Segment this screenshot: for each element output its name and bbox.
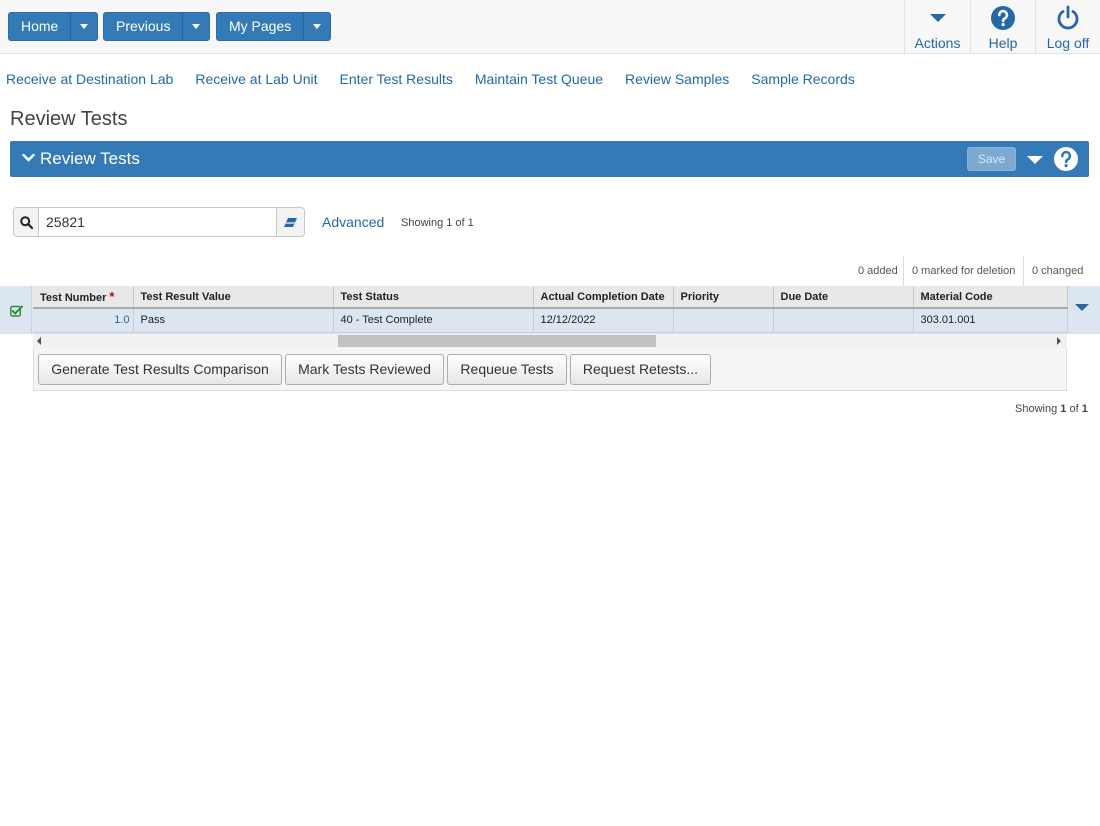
cell-due-date[interactable] bbox=[773, 308, 914, 333]
required-asterisk-icon: * bbox=[109, 289, 115, 304]
mark-tests-reviewed-button[interactable]: Mark Tests Reviewed bbox=[285, 354, 444, 385]
sub-navigation: Receive at Destination Lab Receive at La… bbox=[6, 71, 877, 87]
advanced-search-link[interactable]: Advanced bbox=[322, 214, 384, 230]
request-retests-button[interactable]: Request Retests... bbox=[570, 354, 711, 385]
row-menu-caret-icon[interactable] bbox=[1075, 304, 1089, 311]
scrollbar-thumb[interactable] bbox=[338, 335, 656, 347]
help-icon[interactable] bbox=[1053, 146, 1079, 172]
link-enter-test-results[interactable]: Enter Test Results bbox=[340, 71, 453, 87]
scroll-right-arrow-icon[interactable] bbox=[1057, 337, 1061, 345]
showing-count-footer: Showing 1 of 1 bbox=[1015, 403, 1088, 415]
column-header-label: Test Number bbox=[40, 292, 107, 304]
eraser-icon bbox=[284, 217, 297, 227]
cell-material-code[interactable]: 303.01.001 bbox=[913, 308, 1068, 333]
table-header-row: Test Number * Test Result Value Test Stat… bbox=[33, 286, 1068, 309]
showing-prefix: Showing bbox=[1015, 403, 1061, 415]
column-header-test-result-value[interactable]: Test Result Value bbox=[133, 286, 334, 309]
previous-button-group: Previous bbox=[103, 12, 211, 41]
table-row[interactable]: 1.0 Pass 40 - Test Complete 12/12/2022 3… bbox=[33, 308, 1068, 333]
my-pages-button-group: My Pages bbox=[216, 12, 332, 41]
grid-action-bar: Generate Test Results Comparison Mark Te… bbox=[33, 348, 1067, 391]
requeue-tests-button[interactable]: Requeue Tests bbox=[447, 354, 567, 385]
checked-checkbox-icon[interactable] bbox=[10, 305, 23, 317]
showing-of: of bbox=[1066, 403, 1082, 415]
chevron-down-icon bbox=[192, 24, 201, 29]
home-dropdown-toggle[interactable] bbox=[71, 13, 97, 40]
cell-priority[interactable] bbox=[673, 308, 774, 333]
tests-grid: Test Number * Test Result Value Test Stat… bbox=[0, 286, 1100, 334]
save-button[interactable]: Save bbox=[967, 147, 1016, 171]
showing-count: Showing 1 of 1 bbox=[401, 217, 474, 229]
my-pages-button[interactable]: My Pages bbox=[217, 13, 305, 40]
caret-down-icon bbox=[929, 14, 946, 22]
column-header-due-date[interactable]: Due Date bbox=[773, 286, 914, 309]
cell-test-status[interactable]: 40 - Test Complete bbox=[333, 308, 534, 333]
previous-button[interactable]: Previous bbox=[104, 13, 184, 40]
cell-actual-completion-date[interactable]: 12/12/2022 bbox=[533, 308, 674, 333]
actions-menu[interactable]: Actions bbox=[904, 0, 970, 54]
generate-test-results-comparison-button[interactable]: Generate Test Results Comparison bbox=[38, 354, 282, 385]
tests-table: Test Number * Test Result Value Test Stat… bbox=[33, 286, 1068, 333]
help-label: Help bbox=[988, 35, 1018, 51]
column-header-priority[interactable]: Priority bbox=[673, 286, 774, 309]
link-review-samples[interactable]: Review Samples bbox=[625, 71, 729, 87]
row-select-column bbox=[0, 286, 32, 334]
counter-divider bbox=[903, 256, 904, 286]
panel-menu-caret-icon[interactable] bbox=[1027, 156, 1043, 164]
my-pages-dropdown-toggle[interactable] bbox=[304, 13, 330, 40]
top-right-actions: Actions Help Log off bbox=[904, 0, 1100, 54]
link-maintain-test-queue[interactable]: Maintain Test Queue bbox=[475, 71, 603, 87]
help-button[interactable]: Help bbox=[970, 0, 1035, 54]
search-input[interactable]: 25821 bbox=[39, 208, 276, 236]
top-bar: Home Previous My Pages Actions Help Log … bbox=[0, 0, 1100, 54]
column-header-test-number[interactable]: Test Number * bbox=[33, 286, 134, 309]
change-counters: 0 added 0 marked for deletion 0 changed bbox=[850, 256, 1100, 286]
page-title: Review Tests bbox=[10, 108, 128, 130]
added-count: 0 added bbox=[858, 265, 898, 277]
changed-count: 0 changed bbox=[1032, 265, 1084, 277]
logoff-button[interactable]: Log off bbox=[1035, 0, 1100, 54]
panel-title[interactable]: Review Tests bbox=[40, 149, 140, 169]
column-header-material-code[interactable]: Material Code bbox=[913, 286, 1068, 309]
home-button-group: Home bbox=[8, 12, 99, 41]
review-tests-panel-header: Review Tests Save bbox=[10, 141, 1089, 177]
chevron-down-icon[interactable] bbox=[22, 152, 35, 164]
logoff-label: Log off bbox=[1046, 35, 1090, 51]
link-receive-destination-lab[interactable]: Receive at Destination Lab bbox=[6, 71, 173, 87]
home-button[interactable]: Home bbox=[9, 13, 72, 40]
showing-total: 1 bbox=[1081, 403, 1088, 415]
previous-dropdown-toggle[interactable] bbox=[183, 13, 209, 40]
actions-label: Actions bbox=[914, 35, 961, 51]
counter-divider bbox=[1023, 256, 1024, 286]
clear-search-button[interactable] bbox=[276, 208, 304, 236]
link-sample-records[interactable]: Sample Records bbox=[751, 71, 855, 87]
chevron-down-icon bbox=[80, 24, 89, 29]
column-header-test-status[interactable]: Test Status bbox=[333, 286, 534, 309]
cell-test-result-value[interactable]: Pass bbox=[133, 308, 334, 333]
help-icon bbox=[991, 6, 1015, 30]
power-icon bbox=[1057, 5, 1079, 30]
marked-for-deletion-count: 0 marked for deletion bbox=[912, 265, 1016, 277]
link-receive-lab-unit[interactable]: Receive at Lab Unit bbox=[195, 71, 317, 87]
horizontal-scrollbar[interactable] bbox=[33, 334, 1067, 348]
column-header-actual-completion-date[interactable]: Actual Completion Date bbox=[533, 286, 674, 309]
search-box: 25821 bbox=[13, 207, 305, 237]
chevron-down-icon bbox=[313, 24, 322, 29]
cell-test-number[interactable]: 1.0 bbox=[33, 308, 134, 333]
search-icon-wrap[interactable] bbox=[14, 208, 39, 236]
scroll-left-arrow-icon[interactable] bbox=[37, 337, 41, 345]
search-icon bbox=[19, 215, 33, 229]
